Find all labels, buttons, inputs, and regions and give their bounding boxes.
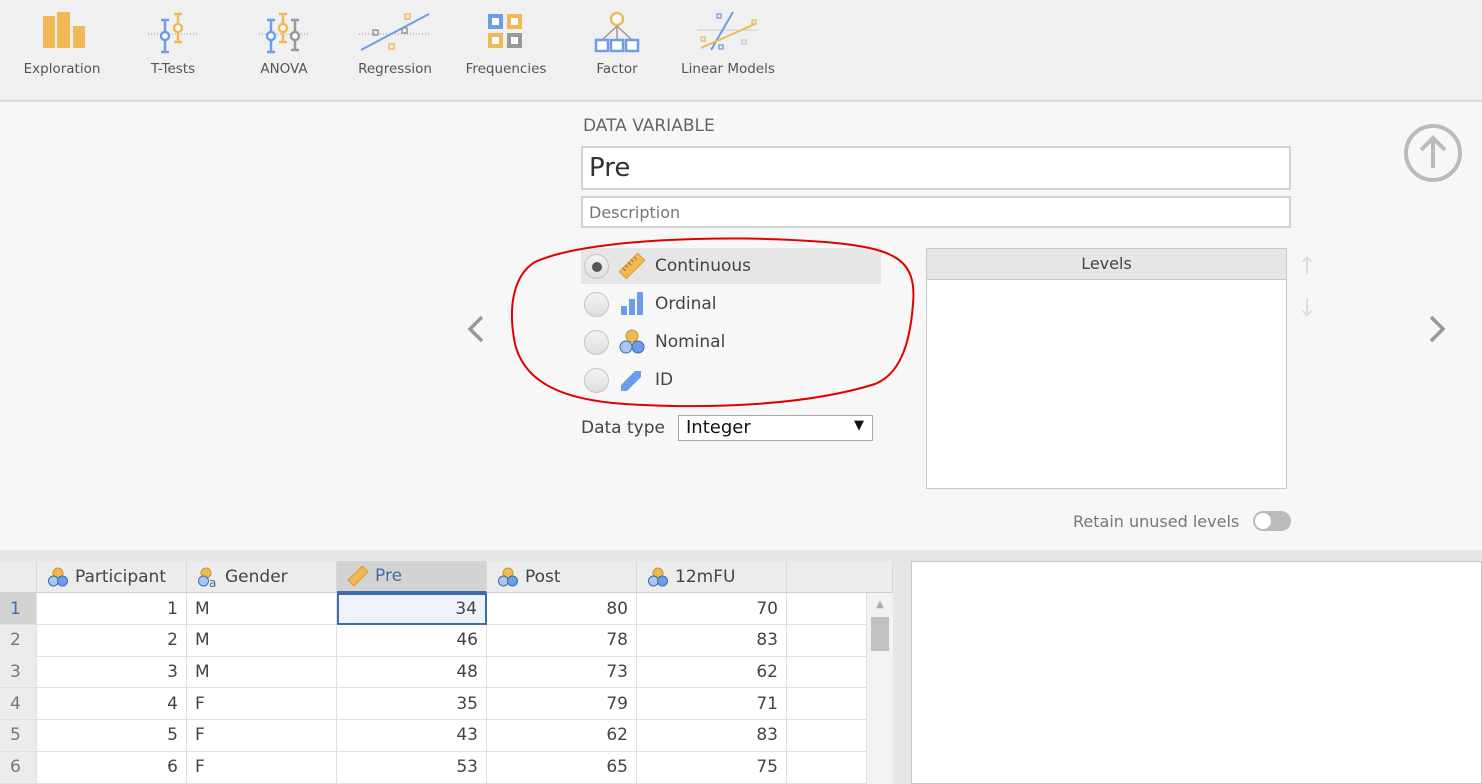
levels-header: Levels	[927, 249, 1286, 280]
description-input[interactable]	[581, 196, 1291, 228]
table-cell[interactable]: 79	[487, 688, 637, 721]
exploration-icon	[43, 12, 85, 48]
table-cell[interactable]	[787, 593, 867, 625]
table-cell[interactable]: M	[187, 656, 337, 689]
table-cell[interactable]: 6	[37, 751, 187, 784]
column-header-pre[interactable]: Pre	[337, 561, 487, 593]
row-number[interactable]: 4	[0, 688, 37, 721]
table-cell[interactable]	[787, 688, 867, 721]
factor-icon	[594, 11, 640, 53]
continuous-measure-icon	[347, 565, 369, 587]
table-cell[interactable]: 71	[637, 688, 787, 721]
empty-column-header[interactable]	[787, 561, 893, 593]
setup-heading: DATA VARIABLE	[583, 116, 715, 136]
table-cell[interactable]: F	[187, 751, 337, 784]
table-cell[interactable]	[787, 656, 867, 689]
row-number[interactable]: 3	[0, 656, 37, 689]
ttests-button[interactable]: T-Tests	[118, 10, 228, 77]
red-annotation-circle	[511, 237, 915, 408]
results-panel	[911, 561, 1482, 784]
column-header-post[interactable]: Post	[487, 561, 637, 593]
dropdown-arrow-icon: ▼	[854, 418, 864, 433]
collapse-up-icon[interactable]	[1402, 122, 1464, 184]
data-spreadsheet[interactable]: Participant a Gender Pre Post 12mFU 1 1 M 34 80 70 2…	[0, 561, 893, 784]
table-cell[interactable]: 53	[337, 751, 487, 784]
row-number[interactable]: 1	[0, 593, 37, 625]
table-cell[interactable]: 43	[337, 719, 487, 752]
factor-button[interactable]: Factor	[562, 10, 672, 77]
linear-models-icon	[697, 11, 759, 51]
variable-setup-panel: DATA VARIABLE Continuous Ordinal Nominal…	[0, 102, 1482, 550]
anova-button[interactable]: ANOVA	[229, 10, 339, 77]
regression-icon	[359, 13, 431, 51]
regression-button[interactable]: Regression	[340, 10, 450, 77]
column-header-12mfu[interactable]: 12mFU	[637, 561, 787, 593]
table-cell[interactable]: 62	[487, 719, 637, 752]
table-cell[interactable]: 46	[337, 624, 487, 657]
svg-text:a: a	[209, 576, 216, 588]
column-header-gender[interactable]: a Gender	[187, 561, 337, 593]
column-header-participant[interactable]: Participant	[37, 561, 187, 593]
table-cell[interactable]: F	[187, 719, 337, 752]
anova-icon	[259, 12, 309, 54]
exploration-button[interactable]: Exploration	[7, 10, 117, 77]
move-level-down-icon[interactable]: ↓	[1297, 294, 1317, 322]
row-number-header	[0, 561, 37, 593]
variable-name-input[interactable]	[581, 146, 1291, 190]
ttests-icon	[148, 12, 198, 54]
table-cell[interactable]: 78	[487, 624, 637, 657]
nominal-measure-icon	[648, 567, 668, 586]
table-cell[interactable]: M	[187, 624, 337, 657]
table-cell[interactable]: 2	[37, 624, 187, 657]
table-cell[interactable]: 5	[37, 719, 187, 752]
retain-unused-label: Retain unused levels	[1073, 512, 1240, 531]
table-cell[interactable]: 65	[487, 751, 637, 784]
row-number[interactable]: 6	[0, 751, 37, 784]
row-number[interactable]: 2	[0, 624, 37, 657]
scroll-up-icon[interactable]: ▲	[867, 599, 893, 610]
retain-unused-toggle[interactable]	[1253, 511, 1291, 531]
next-variable-icon[interactable]	[1426, 314, 1448, 344]
vertical-scrollbar[interactable]: ▲	[867, 593, 893, 784]
previous-variable-icon[interactable]	[465, 314, 487, 344]
table-cell[interactable]: 73	[487, 656, 637, 689]
table-cell[interactable]	[787, 751, 867, 784]
levels-list[interactable]: Levels	[926, 248, 1287, 489]
scrollbar-thumb[interactable]	[871, 617, 889, 651]
table-cell[interactable]: 70	[637, 593, 787, 625]
frequencies-icon	[488, 14, 522, 48]
table-cell[interactable]: 34	[337, 593, 487, 625]
data-type-label: Data type	[581, 418, 665, 438]
table-cell[interactable]: 4	[37, 688, 187, 721]
ribbon-toolbar: Exploration T-Tests ANOVA Regression Fre…	[0, 0, 1482, 101]
table-cell[interactable]: 75	[637, 751, 787, 784]
row-number[interactable]: 5	[0, 719, 37, 752]
nominal-measure-icon	[498, 567, 518, 586]
nominal-text-measure-icon: a	[198, 567, 216, 588]
data-type-select[interactable]: Integer ▼	[678, 415, 873, 441]
table-cell[interactable]	[787, 719, 867, 752]
table-cell[interactable]: F	[187, 688, 337, 721]
table-cell[interactable]: 48	[337, 656, 487, 689]
table-cell[interactable]: 83	[637, 624, 787, 657]
table-cell[interactable]: M	[187, 593, 337, 625]
table-cell[interactable]	[787, 624, 867, 657]
table-cell[interactable]: 80	[487, 593, 637, 625]
table-cell[interactable]: 35	[337, 688, 487, 721]
table-cell[interactable]: 3	[37, 656, 187, 689]
frequencies-button[interactable]: Frequencies	[451, 10, 561, 77]
move-level-up-icon[interactable]: ↑	[1297, 252, 1317, 280]
table-cell[interactable]: 1	[37, 593, 187, 625]
linear-models-button[interactable]: Linear Models	[673, 10, 783, 77]
table-cell[interactable]: 83	[637, 719, 787, 752]
nominal-measure-icon	[48, 567, 68, 586]
table-cell[interactable]: 62	[637, 656, 787, 689]
